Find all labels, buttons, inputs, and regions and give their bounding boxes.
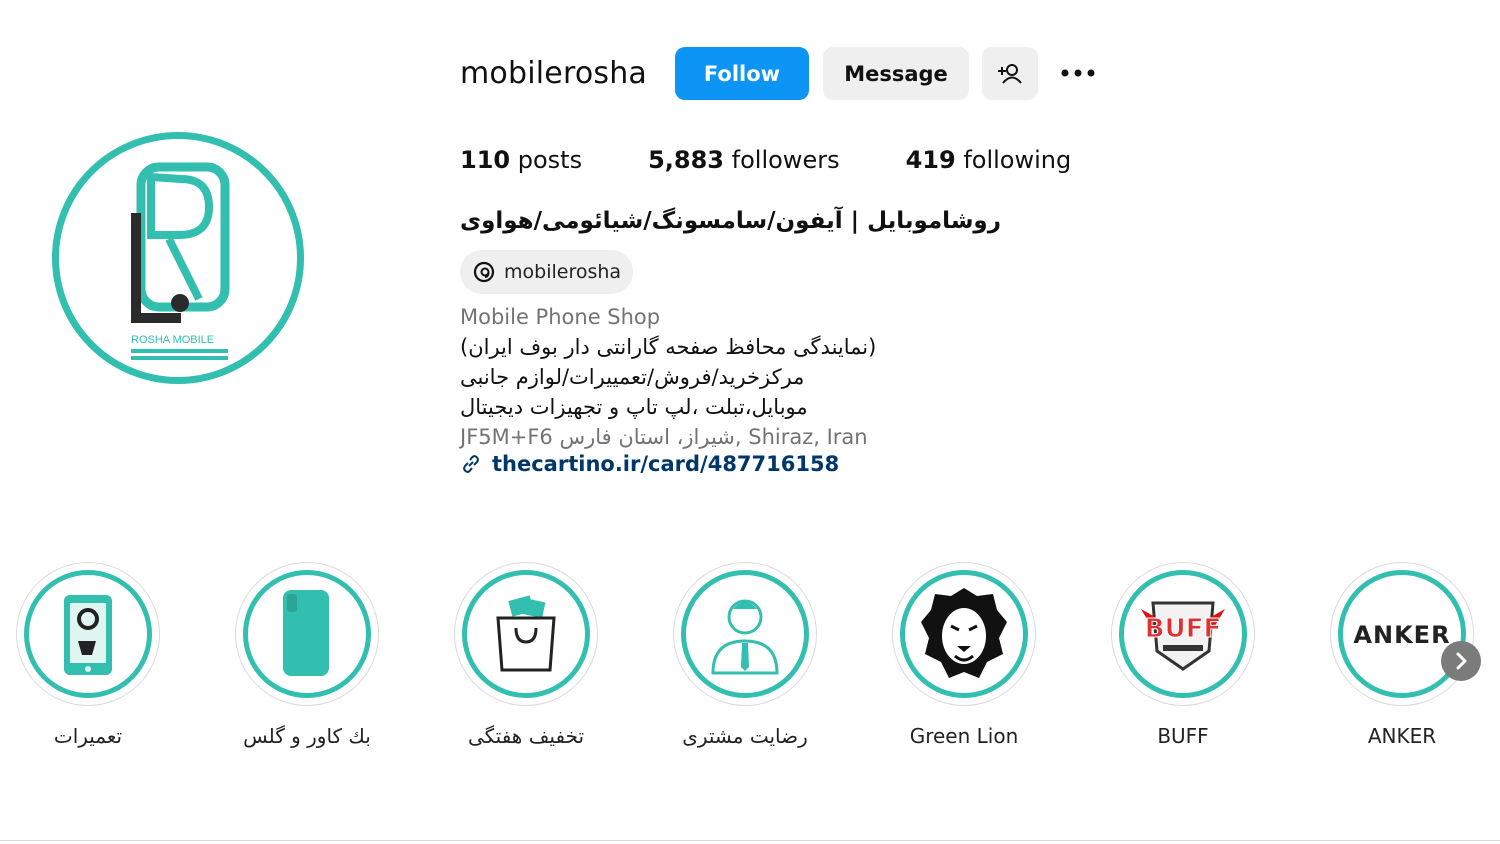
- bio-link[interactable]: thecartino.ir/card/487716158: [460, 452, 839, 476]
- highlight-label: تخفیف هفتگی: [467, 724, 585, 748]
- highlight-cover: [243, 570, 371, 698]
- highlight-ring: [16, 562, 160, 706]
- following-stat[interactable]: 419 following: [906, 146, 1072, 174]
- link-icon: [460, 453, 482, 475]
- highlight-label: بك کاور و گلس: [243, 724, 371, 748]
- repair-phone-icon: [64, 595, 112, 675]
- bio-link-text[interactable]: thecartino.ir/card/487716158: [492, 452, 839, 476]
- posts-label: posts: [517, 146, 583, 174]
- bio-line-1: (نمایندگی محافظ صفحه گارانتی دار بوف ایر…: [460, 335, 877, 359]
- shopping-bag-icon: [496, 595, 556, 672]
- highlight-ring: ANKER: [1330, 562, 1474, 706]
- highlight-cover: [462, 570, 590, 698]
- section-divider: [0, 840, 1500, 841]
- following-label: following: [963, 146, 1072, 174]
- profile-stats: 110 posts 5,883 followers 419 following: [460, 146, 1137, 174]
- highlight-cover: [681, 570, 809, 698]
- highlight-label: تعمیرات: [53, 724, 123, 748]
- highlight-cover: ANKER: [1338, 570, 1466, 698]
- suggest-users-button[interactable]: [982, 47, 1038, 100]
- chevron-right-icon: [1456, 652, 1467, 670]
- buff-logo-icon: BUFF: [1141, 601, 1225, 671]
- more-options-button[interactable]: [1058, 58, 1098, 88]
- posts-stat: 110 posts: [460, 146, 582, 174]
- highlight-weekly-discount[interactable]: تخفیف هفتگی: [454, 562, 598, 748]
- follow-button[interactable]: Follow: [675, 47, 809, 100]
- bio-line-2: مرکزخرید/فروش/تعمییرات/لوازم جانبی: [460, 365, 805, 389]
- rosha-logo-icon: ROSHA MOBILE: [131, 162, 230, 360]
- anker-logo-icon: ANKER: [1353, 621, 1450, 649]
- highlight-buff[interactable]: BUFF BUFF: [1111, 562, 1255, 748]
- followers-label: followers: [731, 146, 840, 174]
- threads-icon: [472, 260, 496, 284]
- svg-text:ROSHA MOBILE: ROSHA MOBILE: [131, 334, 214, 346]
- phone-case-icon: [283, 590, 329, 676]
- highlight-cover: BUFF: [1119, 570, 1247, 698]
- bio-category: Mobile Phone Shop: [460, 305, 661, 329]
- threads-badge[interactable]: mobilerosha: [460, 250, 634, 294]
- highlight-ring: [235, 562, 379, 706]
- highlight-ring: BUFF: [1111, 562, 1255, 706]
- highlight-label: رضایت مشتری: [682, 724, 808, 748]
- highlights-next-button[interactable]: [1441, 641, 1481, 681]
- bio-line-3: موبایل،تبلت ،لپ تاپ و تجهیزات دیجیتال: [460, 395, 808, 419]
- lion-icon: [921, 588, 1007, 678]
- followers-count: 5,883: [648, 146, 725, 174]
- highlight-green-lion[interactable]: Green Lion: [892, 562, 1036, 748]
- posts-count: 110: [460, 146, 511, 174]
- highlight-customer-satisfaction[interactable]: رضایت مشتری: [673, 562, 817, 748]
- highlight-back-cover[interactable]: بك کاور و گلس: [235, 562, 379, 748]
- highlight-ring: [454, 562, 598, 706]
- avatar-ring: ROSHA MOBILE: [52, 132, 304, 384]
- customer-icon: [711, 599, 779, 675]
- profile-bio: Mobile Phone Shop (نمایندگی محافظ صفحه گ…: [460, 302, 876, 452]
- highlight-cover: [900, 570, 1028, 698]
- highlight-label: ANKER: [1367, 724, 1437, 748]
- profile-avatar[interactable]: ROSHA MOBILE: [52, 132, 304, 384]
- threads-handle: mobilerosha: [504, 261, 622, 283]
- followers-stat[interactable]: 5,883 followers: [648, 146, 839, 174]
- bio-address[interactable]: JF5M+F6 شیراز، استان فارس, Shiraz, Iran: [460, 422, 876, 452]
- profile-full-name: روشاموبایل | آیفون/سامسونگ/شیائومی/هواوی: [460, 208, 1001, 234]
- following-count: 419: [905, 146, 956, 174]
- profile-username: mobilerosha: [460, 56, 648, 91]
- svg-text:BUFF: BUFF: [1145, 614, 1221, 644]
- svg-text:ANKER: ANKER: [1353, 621, 1450, 649]
- highlight-label: Green Lion: [909, 724, 1019, 748]
- highlight-repairs[interactable]: تعمیرات: [16, 562, 160, 748]
- highlight-ring: [673, 562, 817, 706]
- ellipsis-icon: [1061, 69, 1095, 77]
- highlight-label: BUFF: [1157, 724, 1209, 748]
- highlight-ring: [892, 562, 1036, 706]
- add-person-icon: [998, 63, 1022, 84]
- story-highlights: تعمیرات بك کاور و گلس تخفیف هفتگی رضایت …: [0, 562, 1500, 762]
- message-button[interactable]: Message: [823, 47, 969, 100]
- highlight-cover: [24, 570, 152, 698]
